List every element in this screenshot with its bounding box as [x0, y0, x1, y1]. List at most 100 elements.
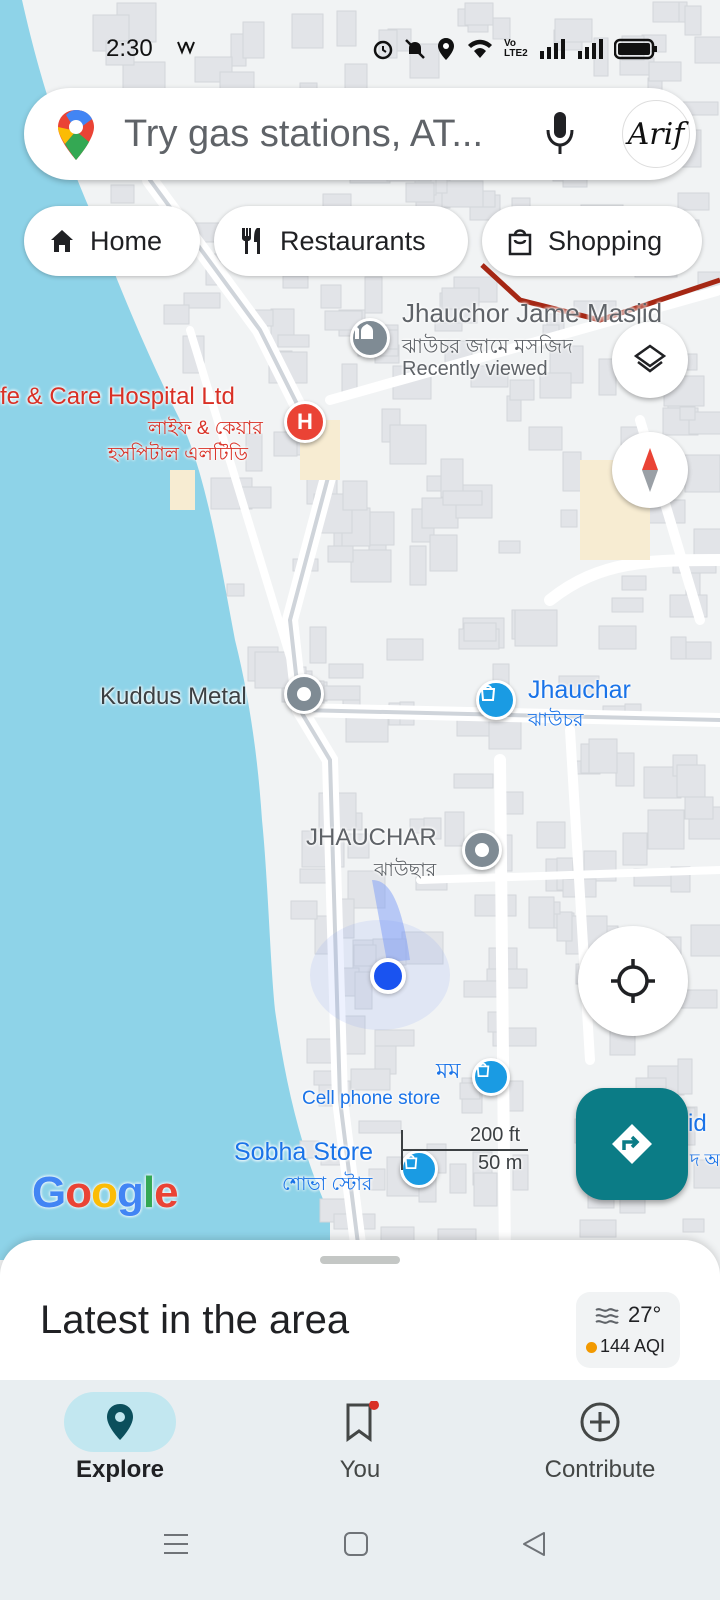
place-label-masjid[interactable]: Jhauchor Jame Masjid [402, 298, 662, 329]
chip-restaurants[interactable]: Restaurants [214, 206, 468, 276]
place-label-right-edge: id [688, 1110, 707, 1137]
cellular-signal-icon [578, 39, 603, 59]
mosque-pin[interactable] [350, 318, 390, 358]
nav-icon-wrap [304, 1392, 416, 1452]
place-label-jhauchar-area-bn: ঝাউছার [374, 860, 437, 881]
mute-icon [405, 39, 425, 59]
bottom-nav: Explore You Contribute [0, 1380, 720, 1500]
place-label-jhauchar-area[interactable]: JHAUCHAR [306, 824, 437, 852]
status-bar: 2:30 Vo LTE2 [0, 26, 720, 72]
mic-icon[interactable] [544, 110, 576, 158]
hospital-pin[interactable]: H [284, 401, 326, 443]
chip-home[interactable]: Home [24, 206, 200, 276]
building [588, 738, 618, 774]
building [509, 379, 535, 401]
kuddus-pin[interactable] [284, 674, 324, 714]
weather-aqi: 144 AQI [600, 1336, 666, 1356]
building [282, 275, 309, 289]
building [328, 663, 364, 679]
shopping-bag-icon [480, 685, 496, 701]
building [677, 1058, 693, 1095]
cellular-signal-icon [540, 39, 565, 59]
building [598, 625, 637, 650]
search-input[interactable]: Try gas stations, AT... [124, 113, 483, 156]
building [684, 454, 720, 493]
building [536, 821, 566, 849]
status-icons: Vo LTE2 [372, 37, 658, 61]
add-circle-icon [580, 1402, 620, 1442]
building [429, 534, 458, 572]
wifi-icon [468, 39, 492, 58]
back-icon[interactable] [520, 1530, 548, 1558]
building [528, 426, 563, 451]
building [556, 911, 573, 942]
haze-icon [595, 1308, 619, 1324]
sheet-drag-handle[interactable] [320, 1256, 400, 1264]
building [528, 896, 555, 929]
signal-activity-icon [177, 41, 195, 55]
building [350, 549, 392, 583]
building [579, 1219, 617, 1238]
bottom-sheet[interactable]: Latest in the area 27° 144 AQI [0, 1240, 720, 1380]
building [306, 1038, 335, 1064]
building [358, 1120, 402, 1134]
place-label-momo-bn[interactable]: মম [436, 1054, 460, 1091]
nav-you[interactable]: You [240, 1380, 480, 1500]
place-label-kuddus[interactable]: Kuddus Metal [100, 683, 247, 711]
nav-label: You [339, 1456, 381, 1483]
hospital-icon: H [297, 409, 313, 434]
building [611, 597, 644, 613]
scale-metric: 50 m [478, 1152, 523, 1174]
weather-chip[interactable]: 27° 144 AQI [576, 1292, 680, 1368]
alarm-icon [373, 40, 393, 60]
building [327, 545, 354, 563]
weather-temperature: 27° [628, 1302, 662, 1327]
compass-button[interactable] [612, 432, 688, 508]
building [386, 638, 424, 661]
building [442, 490, 483, 506]
cell-store-pin[interactable] [472, 1058, 510, 1096]
current-location-dot [370, 958, 406, 994]
building [389, 424, 427, 465]
home-icon [51, 230, 73, 252]
building [320, 284, 342, 309]
search-bar[interactable]: Try gas stations, AT... Arif [24, 88, 696, 180]
building [409, 545, 427, 586]
nav-icon-wrap [544, 1392, 656, 1452]
building [670, 636, 687, 660]
building [345, 715, 389, 743]
status-time: 2:30 [106, 35, 153, 62]
chip-shopping[interactable]: Shopping [482, 206, 702, 276]
place-label-hospital[interactable]: fe & Care Hospital Ltd [0, 383, 235, 411]
place-label-sobha[interactable]: Sobha Store [234, 1138, 373, 1167]
building [562, 451, 582, 492]
map-canvas[interactable] [0, 0, 720, 1260]
layers-button[interactable] [612, 322, 688, 398]
mosque-icon [355, 324, 373, 339]
building [676, 764, 706, 798]
building [350, 1068, 391, 1091]
shopping-bag-icon [476, 1062, 490, 1077]
nav-contribute[interactable]: Contribute [480, 1380, 720, 1500]
my-location-button[interactable] [578, 926, 688, 1036]
place-label-right-edge-bn: দ অ [690, 1150, 720, 1170]
map-view[interactable]: Jhauchor Jame Masjid ঝাউচর জামে মসজিদ Re… [0, 0, 720, 1260]
building [444, 811, 465, 847]
building [254, 651, 291, 689]
building [226, 583, 245, 597]
place-label-jhauchar-shop[interactable]: Jhauchar [528, 676, 631, 705]
home-button-icon[interactable] [342, 1530, 370, 1558]
chip-label: Restaurants [280, 225, 426, 256]
map-scale: 200 ft 50 m [400, 1124, 530, 1190]
recent-apps-icon[interactable] [162, 1530, 190, 1558]
directions-button[interactable] [576, 1088, 688, 1200]
building [290, 900, 318, 920]
shop-pin[interactable] [476, 680, 516, 720]
building [682, 1218, 705, 1233]
building [690, 924, 720, 957]
scale-imperial: 200 ft [470, 1124, 521, 1146]
jhauchar-area-pin[interactable] [462, 830, 502, 870]
avatar[interactable]: Arif [622, 100, 690, 168]
nav-explore[interactable]: Explore [0, 1380, 240, 1500]
aqi-status-dot [586, 1342, 597, 1353]
